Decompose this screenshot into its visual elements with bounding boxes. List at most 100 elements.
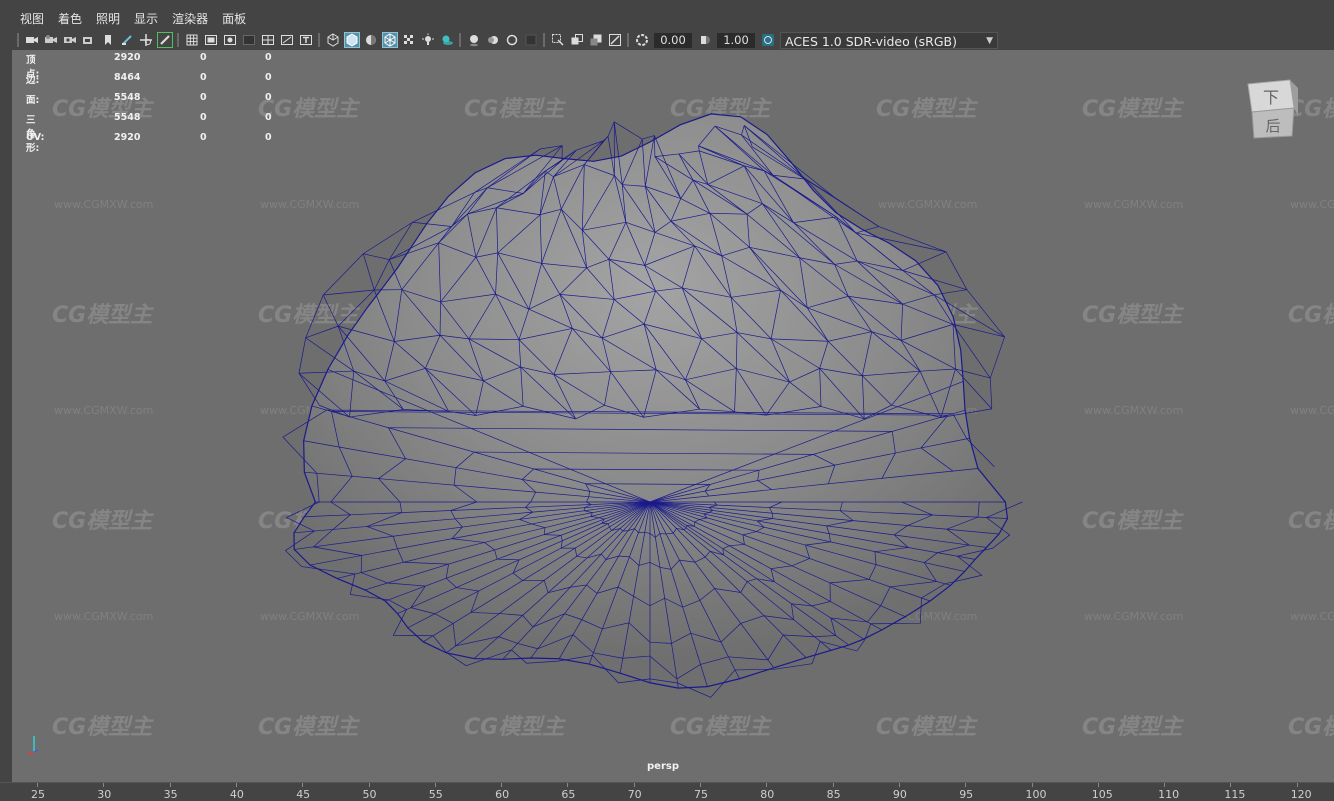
- ruler-tick: [103, 783, 104, 787]
- menu-show[interactable]: 显示: [127, 8, 165, 30]
- bookmark-camera-icon[interactable]: [62, 32, 78, 48]
- bookmark-icon[interactable]: [100, 32, 116, 48]
- toolbar-separator: [17, 33, 19, 47]
- hud-value: 8464: [114, 72, 140, 83]
- gamma-field[interactable]: 1.00: [717, 33, 755, 48]
- ruler-tick: [700, 783, 701, 787]
- xray-active-components-icon[interactable]: [607, 32, 623, 48]
- ruler-tick-label: 90: [893, 788, 907, 801]
- ruler-tick: [435, 783, 436, 787]
- motion-blur-icon[interactable]: [485, 32, 501, 48]
- image-plane-icon[interactable]: [81, 32, 97, 48]
- ruler-tick-label: 60: [495, 788, 509, 801]
- toolbar-separator: [543, 33, 545, 47]
- menu-panels[interactable]: 面板: [215, 8, 253, 30]
- ruler-tick-label: 95: [959, 788, 973, 801]
- ruler-tick-label: 70: [628, 788, 642, 801]
- viewcube-top-label: 下: [1263, 88, 1279, 107]
- select-camera-icon[interactable]: [24, 32, 40, 48]
- ruler-tick: [1164, 783, 1165, 787]
- viewcube[interactable]: 下 后: [1244, 78, 1298, 140]
- ruler-tick: [236, 783, 237, 787]
- ruler-tick: [1230, 783, 1231, 787]
- view-transform-value: ACES 1.0 SDR-video (sRGB): [785, 34, 957, 49]
- hud-value: 0: [265, 132, 272, 143]
- xray-icon[interactable]: [569, 32, 585, 48]
- ruler-tick-label: 65: [561, 788, 575, 801]
- hud-value: 0: [200, 52, 207, 63]
- exposure-field[interactable]: 0.00: [654, 33, 692, 48]
- ruler-tick-label: 75: [694, 788, 708, 801]
- anti-aliasing-icon[interactable]: [504, 32, 520, 48]
- default-material-icon[interactable]: [363, 32, 379, 48]
- ruler-tick: [1297, 783, 1298, 787]
- field-chart-icon[interactable]: [260, 32, 276, 48]
- hud-value: 0: [265, 72, 272, 83]
- menu-shading[interactable]: 着色: [51, 8, 89, 30]
- ruler-tick-label: 40: [230, 788, 244, 801]
- hud-value: 2920: [114, 132, 140, 143]
- 3d-viewport[interactable]: CG模型主www.CGMXW.comCG模型主www.CGMXW.comCG模型…: [12, 50, 1334, 782]
- gate-mask-icon[interactable]: [241, 32, 257, 48]
- gamma-icon[interactable]: [697, 32, 713, 48]
- smooth-shade-icon[interactable]: [344, 32, 360, 48]
- grease-pencil-active-icon[interactable]: [157, 32, 173, 48]
- chevron-down-icon: ▼: [986, 33, 993, 50]
- depth-of-field-icon[interactable]: [523, 32, 539, 48]
- panel-toolbar: 0.00 1.00 ACES 1.0 SDR-video (sRGB) ▼: [0, 30, 1334, 50]
- ruler-tick: [766, 783, 767, 787]
- film-gate-icon[interactable]: [203, 32, 219, 48]
- color-management-icon[interactable]: [760, 32, 776, 48]
- menu-renderer[interactable]: 渲染器: [165, 8, 215, 30]
- hud-value: 0: [200, 132, 207, 143]
- safe-title-icon[interactable]: [298, 32, 314, 48]
- menu-lighting[interactable]: 照明: [89, 8, 127, 30]
- isolate-select-icon[interactable]: [550, 32, 566, 48]
- camera-name-label: persp: [647, 761, 679, 772]
- grid-icon[interactable]: [184, 32, 200, 48]
- textured-icon[interactable]: [401, 32, 417, 48]
- wireframe-on-shaded-icon[interactable]: [382, 32, 398, 48]
- grease-pencil-icon[interactable]: [119, 32, 135, 48]
- hud-value: 0: [200, 112, 207, 123]
- hud-label: UV:: [26, 132, 44, 143]
- ruler-tick-label: 25: [31, 788, 45, 801]
- shadows-icon[interactable]: [439, 32, 455, 48]
- ruler-tick: [501, 783, 502, 787]
- ruler-tick: [1098, 783, 1099, 787]
- ruler-tick: [369, 783, 370, 787]
- ruler-tick: [170, 783, 171, 787]
- hud-value: 0: [200, 92, 207, 103]
- screen-space-ao-icon[interactable]: [466, 32, 482, 48]
- use-all-lights-icon[interactable]: [420, 32, 436, 48]
- ruler-tick: [634, 783, 635, 787]
- time-slider-ruler[interactable]: 2530354045505560657075808590951001051101…: [0, 782, 1334, 801]
- ruler-tick-label: 55: [429, 788, 443, 801]
- safe-action-icon[interactable]: [279, 32, 295, 48]
- wireframe-icon[interactable]: [325, 32, 341, 48]
- camera-attributes-icon[interactable]: [43, 32, 59, 48]
- exposure-icon[interactable]: [634, 32, 650, 48]
- xray-joints-icon[interactable]: [588, 32, 604, 48]
- 2d-pan-zoom-icon[interactable]: [138, 32, 154, 48]
- ruler-tick: [567, 783, 568, 787]
- mesh-silhouette[interactable]: [294, 114, 1008, 688]
- axis-gizmo-icon: [26, 732, 46, 756]
- maya-viewport-window: 视图 着色 照明 显示 渲染器 面板: [0, 0, 1334, 800]
- viewport-frame: [0, 50, 12, 782]
- ruler-tick-label: 80: [760, 788, 774, 801]
- view-transform-dropdown[interactable]: ACES 1.0 SDR-video (sRGB) ▼: [780, 32, 998, 49]
- wireframe-mesh[interactable]: [12, 50, 1334, 782]
- ruler-tick-label: 45: [296, 788, 310, 801]
- menu-view[interactable]: 视图: [13, 8, 51, 30]
- hud-value: 5548: [114, 92, 140, 103]
- resolution-gate-icon[interactable]: [222, 32, 238, 48]
- ruler-tick-label: 30: [97, 788, 111, 801]
- ruler-tick-label: 105: [1092, 788, 1113, 801]
- ruler-tick: [37, 783, 38, 787]
- ruler-tick-label: 115: [1224, 788, 1245, 801]
- hud-label: 面:: [26, 92, 39, 106]
- hud-value: 0: [265, 112, 272, 123]
- toolbar-separator: [318, 33, 320, 47]
- ruler-tick: [965, 783, 966, 787]
